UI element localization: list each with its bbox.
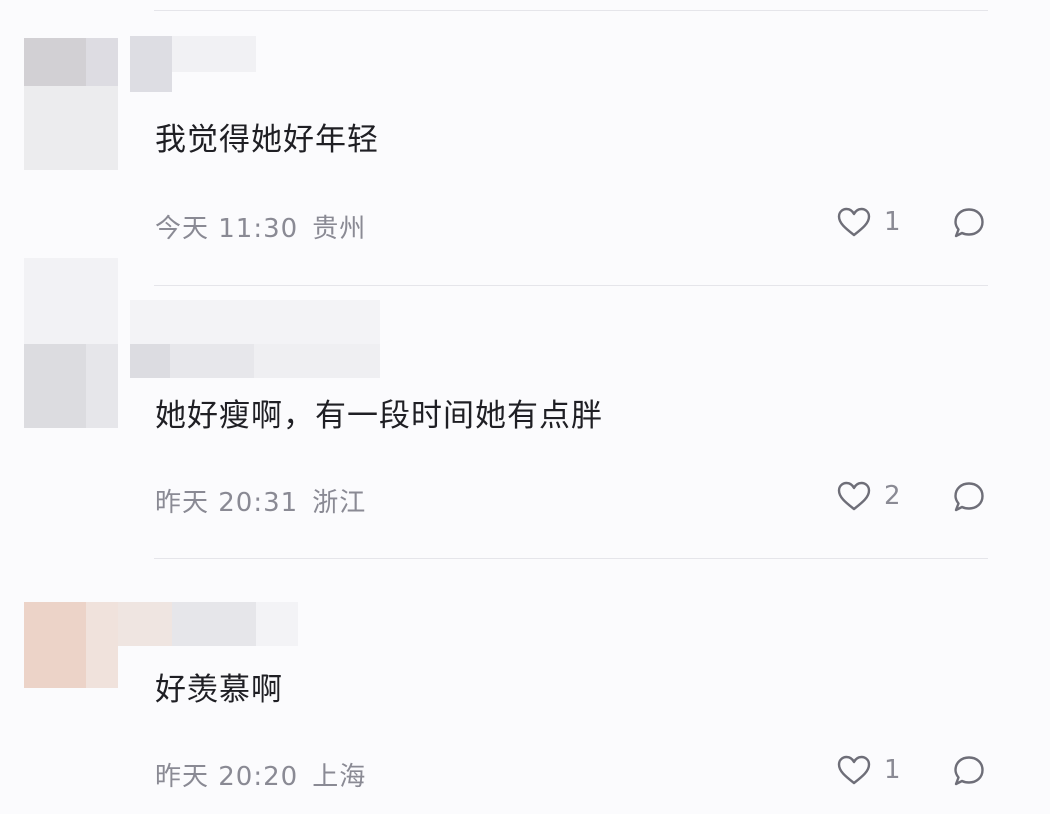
comment-bubble-icon[interactable] [950,480,988,516]
comment-meta: 昨天 20:20 上海 [155,756,380,793]
comment-time: 昨天 20:31 [155,488,299,518]
heart-icon [837,207,871,237]
username-blurred[interactable] [130,300,380,378]
comment-text: 她好瘦啊，有一段时间她有点胖 [155,398,603,434]
comment-meta: 昨天 20:31 浙江 [155,482,380,519]
avatar[interactable] [24,38,118,170]
comment-text: 我觉得她好年轻 [155,122,379,158]
like-count: 2 [884,481,901,511]
username-blurred[interactable] [118,602,298,646]
comment-location: 上海 [312,762,367,792]
like-button[interactable]: 1 [836,206,901,238]
top-divider [154,10,988,11]
comment-time: 今天 11:30 [155,214,299,244]
heart-icon [837,481,871,511]
divider [154,558,988,559]
comment-text: 好羡慕啊 [155,672,283,708]
like-count: 1 [884,207,901,237]
comment-location: 贵州 [312,214,367,244]
comment-time: 昨天 20:20 [155,762,299,792]
comment-meta: 今天 11:30 贵州 [155,208,380,245]
comment-bubble-icon[interactable] [950,754,988,790]
divider [154,285,988,286]
avatar[interactable] [24,602,118,688]
like-button[interactable]: 1 [836,754,901,786]
like-button[interactable]: 2 [836,480,901,512]
heart-icon [837,755,871,785]
username-blurred[interactable] [130,36,256,92]
like-count: 1 [884,755,901,785]
comment-location: 浙江 [312,488,367,518]
avatar[interactable] [24,258,118,428]
comment-bubble-icon[interactable] [950,206,988,242]
